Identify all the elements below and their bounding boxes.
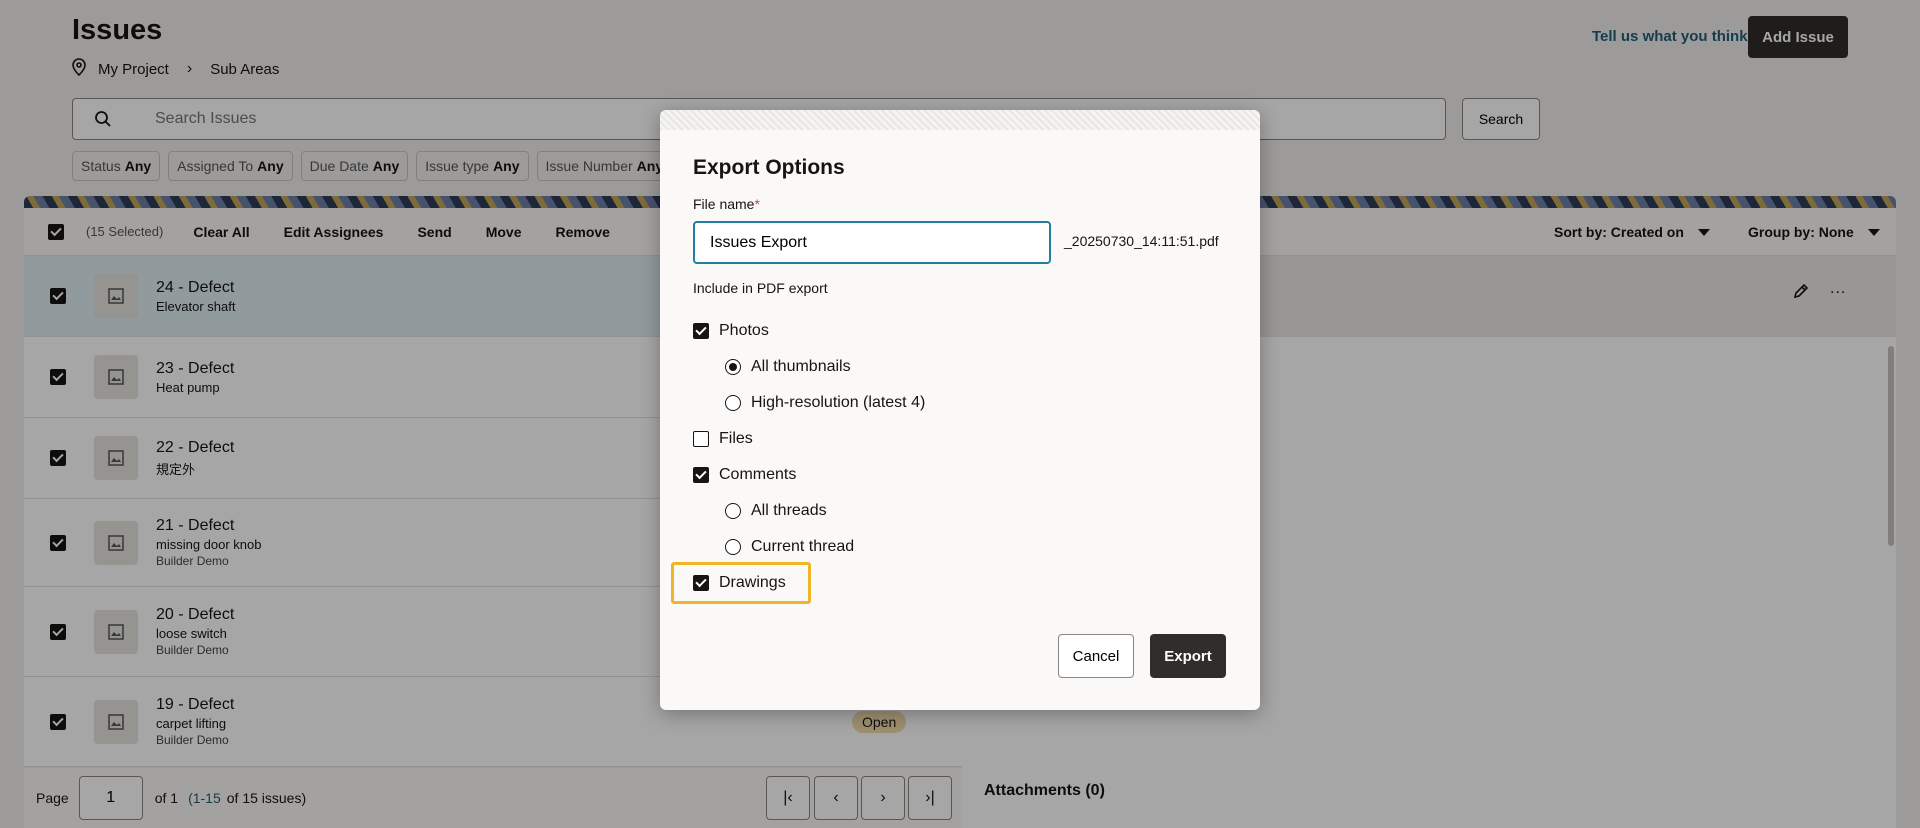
files-checkbox[interactable] — [693, 431, 709, 447]
file-name-suffix: _20250730_14:11:51.pdf — [1064, 233, 1219, 249]
high-res-option[interactable]: High-resolution (latest 4) — [725, 394, 925, 412]
all-thumbnails-radio[interactable] — [725, 359, 741, 375]
all-thumbnails-option[interactable]: All thumbnails — [725, 358, 851, 376]
photos-checkbox[interactable] — [693, 323, 709, 339]
file-name-input[interactable] — [693, 221, 1051, 264]
dialog-header-pattern — [660, 110, 1260, 130]
drawings-checkbox[interactable] — [693, 575, 709, 591]
export-options-dialog: Export Options File name* _20250730_14:1… — [660, 110, 1260, 710]
file-name-label: File name* — [693, 196, 760, 212]
current-thread-option[interactable]: Current thread — [725, 538, 854, 556]
comments-option[interactable]: Comments — [693, 466, 796, 484]
drawings-option[interactable]: Drawings — [693, 574, 786, 592]
required-mark: * — [754, 196, 760, 212]
all-threads-option[interactable]: All threads — [725, 502, 827, 520]
files-option[interactable]: Files — [693, 430, 753, 448]
export-button[interactable]: Export — [1150, 634, 1226, 678]
comments-checkbox[interactable] — [693, 467, 709, 483]
dialog-title: Export Options — [693, 156, 845, 179]
include-label: Include in PDF export — [693, 280, 828, 296]
current-thread-radio[interactable] — [725, 539, 741, 555]
high-res-radio[interactable] — [725, 395, 741, 411]
cancel-button[interactable]: Cancel — [1058, 634, 1134, 678]
photos-option[interactable]: Photos — [693, 322, 769, 340]
all-threads-radio[interactable] — [725, 503, 741, 519]
